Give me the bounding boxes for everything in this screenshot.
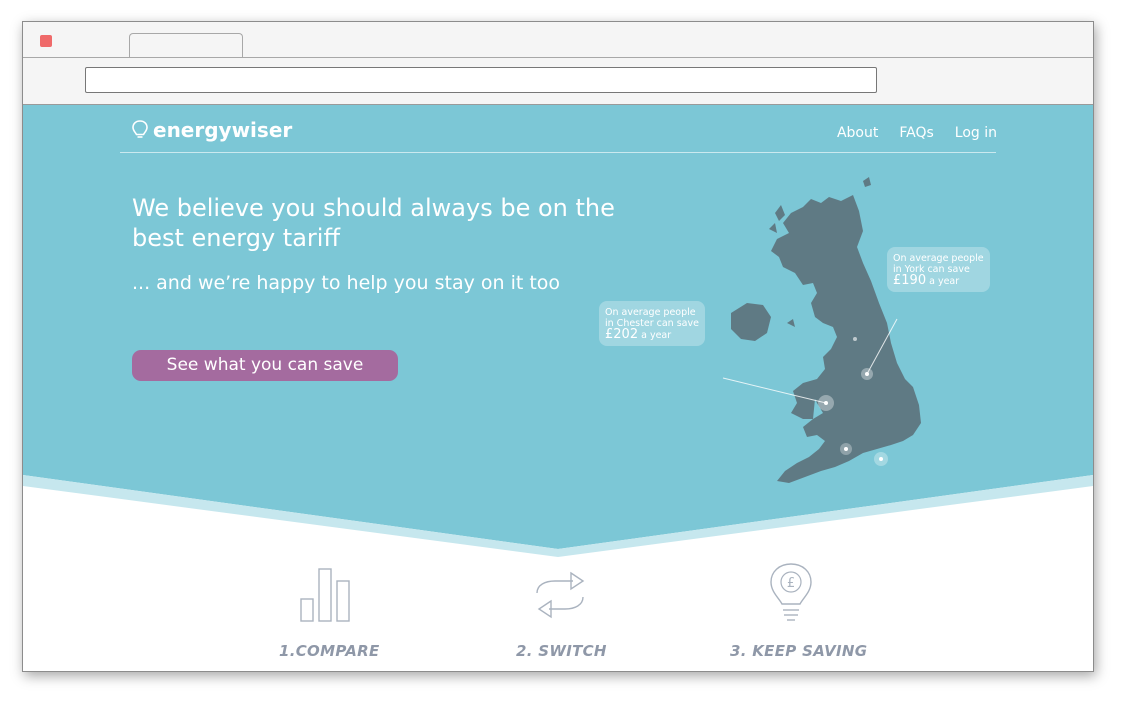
step-compare-label: 1.COMPARE (279, 642, 380, 660)
hero-section: energywiser About FAQs Log in We believe… (23, 105, 1093, 671)
lightbulb-pound-icon: £ (770, 563, 812, 621)
see-savings-button[interactable]: See what you can save (132, 350, 398, 381)
nav-faqs-link[interactable]: FAQs (899, 125, 933, 141)
nav-divider (120, 152, 996, 153)
lightbulb-icon (132, 120, 148, 138)
close-window-button[interactable] (40, 35, 52, 47)
nav-login-link[interactable]: Log in (955, 125, 997, 141)
top-nav: About FAQs Log in (837, 125, 997, 141)
york-callout-amount: £190 (893, 273, 927, 288)
brand-logo[interactable]: energywiser (131, 118, 292, 142)
chester-callout: On average people in Chester can save £2… (599, 301, 705, 346)
bar-chart-icon (300, 568, 350, 622)
york-callout-line1: On average people (893, 253, 984, 264)
hero-headline: We believe you should always be on the b… (132, 194, 615, 252)
browser-tab[interactable] (129, 33, 243, 58)
york-callout-unit: a year (929, 276, 960, 287)
northern-ireland-shape (731, 303, 771, 341)
chester-callout-amount: £202 (605, 327, 639, 342)
browser-window: energywiser About FAQs Log in We believe… (22, 21, 1094, 672)
switch-arrows-icon (536, 571, 585, 619)
chester-callout-unit: a year (641, 330, 672, 341)
hero-subline: ... and we’re happy to help you stay on … (132, 272, 561, 294)
tab-divider (23, 57, 1093, 58)
step-switch-label: 2. SWITCH (516, 642, 607, 660)
chester-callout-line1: On average people (605, 307, 696, 318)
great-britain-shape (771, 195, 921, 483)
brand-name: energywiser (153, 118, 293, 142)
uk-map (722, 177, 921, 483)
nav-about-link[interactable]: About (837, 125, 878, 141)
svg-text:£: £ (787, 576, 795, 591)
step-keep-saving-label: 3. KEEP SAVING (730, 642, 868, 660)
browser-chrome (23, 22, 1093, 105)
address-bar[interactable] (85, 67, 877, 93)
york-callout: On average people in York can save £190 … (887, 247, 990, 292)
